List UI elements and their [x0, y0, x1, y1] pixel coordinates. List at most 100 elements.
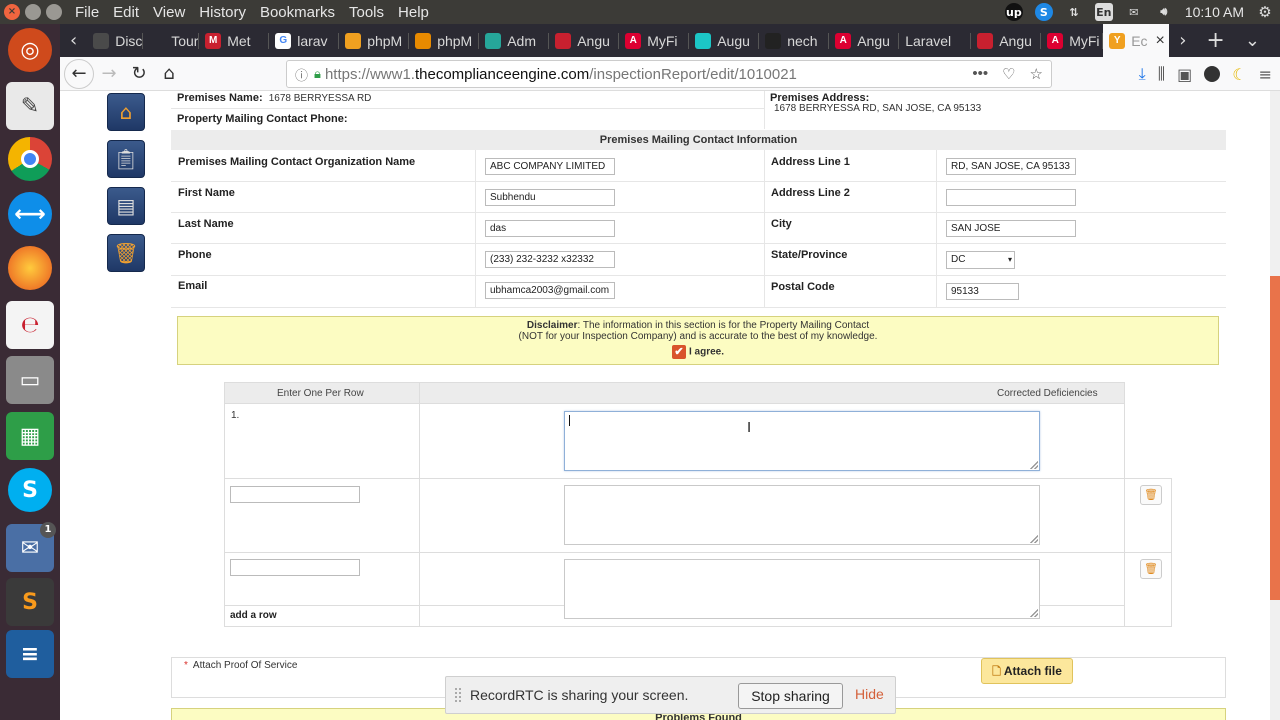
postal-code-input[interactable]: 95133 [946, 283, 1019, 300]
menu-help[interactable]: Help [391, 4, 436, 21]
new-tab-icon[interactable]: + [1196, 28, 1234, 53]
hide-banner-link[interactable]: Hide [855, 686, 884, 702]
tab-11[interactable]: A Angu [829, 24, 900, 57]
last-name-input[interactable]: das [485, 220, 615, 237]
resize-handle[interactable] [1030, 461, 1038, 469]
tab-6[interactable]: Adm [479, 24, 550, 57]
resize-handle[interactable] [1030, 535, 1038, 543]
menu-view[interactable]: View [146, 4, 192, 21]
tab-3[interactable]: Glarav [269, 24, 340, 57]
reload-icon[interactable]: ↻ [124, 59, 154, 89]
tab-14[interactable]: A MyFi [1041, 24, 1104, 57]
firefox-icon[interactable] [8, 246, 52, 290]
clock[interactable]: 10:10 AM [1185, 4, 1244, 20]
menu-bookmarks[interactable]: Bookmarks [253, 4, 342, 21]
tab-10[interactable]: nech [759, 24, 830, 57]
clipboard-tool-icon[interactable]: 📋︎ [107, 140, 145, 178]
first-name-input[interactable]: Subhendu [485, 189, 615, 206]
resize-handle[interactable] [1030, 609, 1038, 617]
tab-2[interactable]: M Met [199, 24, 270, 57]
tab-9[interactable]: Augu [689, 24, 760, 57]
drag-grip-icon[interactable] [455, 688, 461, 702]
extension-dark-icon[interactable] [1204, 66, 1221, 82]
row-entry-input-3[interactable] [230, 559, 360, 576]
stack-icon[interactable]: ≡ [6, 630, 54, 678]
stop-sharing-button[interactable]: Stop sharing [738, 683, 843, 709]
menu-tools[interactable]: Tools [342, 4, 391, 21]
attach-file-button[interactable]: 🗋︎ Attach file [981, 658, 1073, 684]
tab-4[interactable]: phpM [339, 24, 410, 57]
menu-edit[interactable]: Edit [106, 4, 146, 21]
row-entry-input-2[interactable] [230, 486, 360, 503]
side-toolbar: ⌂ 📋︎ ▤ 🗑︎ [107, 93, 145, 281]
tab-13[interactable]: Angu [971, 24, 1042, 57]
back-arrow-icon[interactable]: ← [64, 58, 94, 89]
tab-list-chevron-down-icon[interactable]: ⌄ [1235, 30, 1270, 51]
tab-scroll-left-icon[interactable]: ‹ [60, 30, 87, 51]
ubuntu-logo-icon[interactable]: ◎ [8, 28, 52, 72]
deficiency-textarea-1[interactable] [564, 411, 1040, 471]
sidebar-icon[interactable]: ▣ [1177, 65, 1192, 84]
language-indicator[interactable]: En [1094, 3, 1113, 21]
sublime-icon[interactable]: S [6, 578, 54, 626]
trash-tool-icon[interactable]: 🗑︎ [107, 234, 145, 272]
download-icon[interactable]: ⤓ [1139, 64, 1146, 84]
transfer-icon[interactable]: ⇅ [1065, 3, 1083, 21]
scrollbar-thumb[interactable] [1270, 276, 1280, 600]
skype-tray-icon[interactable]: S [1034, 3, 1053, 21]
agree-checkbox[interactable]: ✔ [671, 345, 686, 359]
minimize-window-button[interactable] [25, 4, 41, 20]
scrollbar[interactable] [1270, 91, 1280, 720]
menu-history[interactable]: History [192, 4, 253, 21]
address-line1-label: Address Line 1 [771, 156, 850, 168]
url-bar[interactable]: ⓘ 🔒︎ https://www1.thecomplianceengine.co… [286, 60, 1052, 88]
info-icon[interactable]: ⓘ [295, 65, 308, 84]
chrome-icon[interactable] [8, 137, 52, 181]
evince-icon[interactable]: ℮ [6, 301, 54, 349]
deficiency-textarea-2[interactable] [564, 485, 1040, 545]
text-editor-icon[interactable]: ✎ [6, 82, 54, 130]
phone-input[interactable]: (233) 232-3232 x32332 [485, 251, 615, 268]
maximize-window-button[interactable] [46, 4, 62, 20]
tab-active[interactable]: Y Ec × [1103, 24, 1170, 57]
address-line2-input[interactable] [946, 189, 1076, 206]
files-icon[interactable]: ▭ [6, 356, 54, 404]
upwork-icon[interactable]: up [1004, 3, 1023, 21]
city-input[interactable]: SAN JOSE [946, 220, 1076, 237]
tab-close-icon[interactable]: × [1156, 32, 1165, 50]
tab-scroll-right-icon[interactable]: › [1169, 30, 1196, 51]
extension-moon-icon[interactable]: ☾ [1232, 65, 1246, 84]
tab-8[interactable]: A MyFi [619, 24, 690, 57]
teamviewer-icon[interactable]: ⟷ [8, 192, 52, 236]
address-line1-input[interactable]: RD, SAN JOSE, CA 95133 [946, 158, 1076, 175]
delete-row-button-3[interactable]: 🗑︎ [1140, 559, 1162, 579]
email-input[interactable]: ubhamca2003@gmail.com [485, 282, 615, 299]
report-tool-icon[interactable]: ▤ [107, 187, 145, 225]
home-icon[interactable]: ⌂ [154, 59, 184, 89]
forward-arrow-icon[interactable]: → [94, 59, 124, 89]
settings-gear-icon[interactable]: ⚙ [1256, 3, 1274, 21]
skype-icon[interactable]: S [8, 468, 52, 512]
tab-5[interactable]: phpM [409, 24, 480, 57]
hamburger-menu-icon[interactable]: ≡ [1259, 65, 1272, 84]
mail-tray-icon[interactable]: ✉ [1125, 3, 1143, 21]
menu-file[interactable]: File [68, 4, 106, 21]
tab-0[interactable]: Disc [87, 24, 144, 57]
volume-icon[interactable]: 🔊︎ [1155, 3, 1173, 21]
state-select[interactable]: DC ▾ [946, 251, 1015, 269]
page-actions-icon[interactable]: ••• [972, 65, 988, 83]
org-name-input[interactable]: ABC COMPANY LIMITED [485, 158, 615, 175]
library-icon[interactable]: ⫼ [1158, 64, 1165, 84]
tab-1[interactable]: Tour [143, 24, 200, 57]
home-tool-icon[interactable]: ⌂ [107, 93, 145, 131]
spreadsheet-icon[interactable]: ▦ [6, 412, 54, 460]
close-window-button[interactable]: × [4, 4, 20, 20]
tab-12[interactable]: Laravel [899, 24, 972, 57]
bookmark-star-icon[interactable]: ☆ [1030, 65, 1043, 83]
deficiency-textarea-3[interactable] [564, 559, 1040, 619]
tab-7[interactable]: Angu [549, 24, 620, 57]
delete-row-button-2[interactable]: 🗑︎ [1140, 485, 1162, 505]
pocket-icon[interactable]: ♡ [1002, 65, 1015, 83]
mail-icon[interactable]: ✉ 1 [6, 522, 56, 572]
add-row-link[interactable]: add a row [230, 610, 277, 621]
